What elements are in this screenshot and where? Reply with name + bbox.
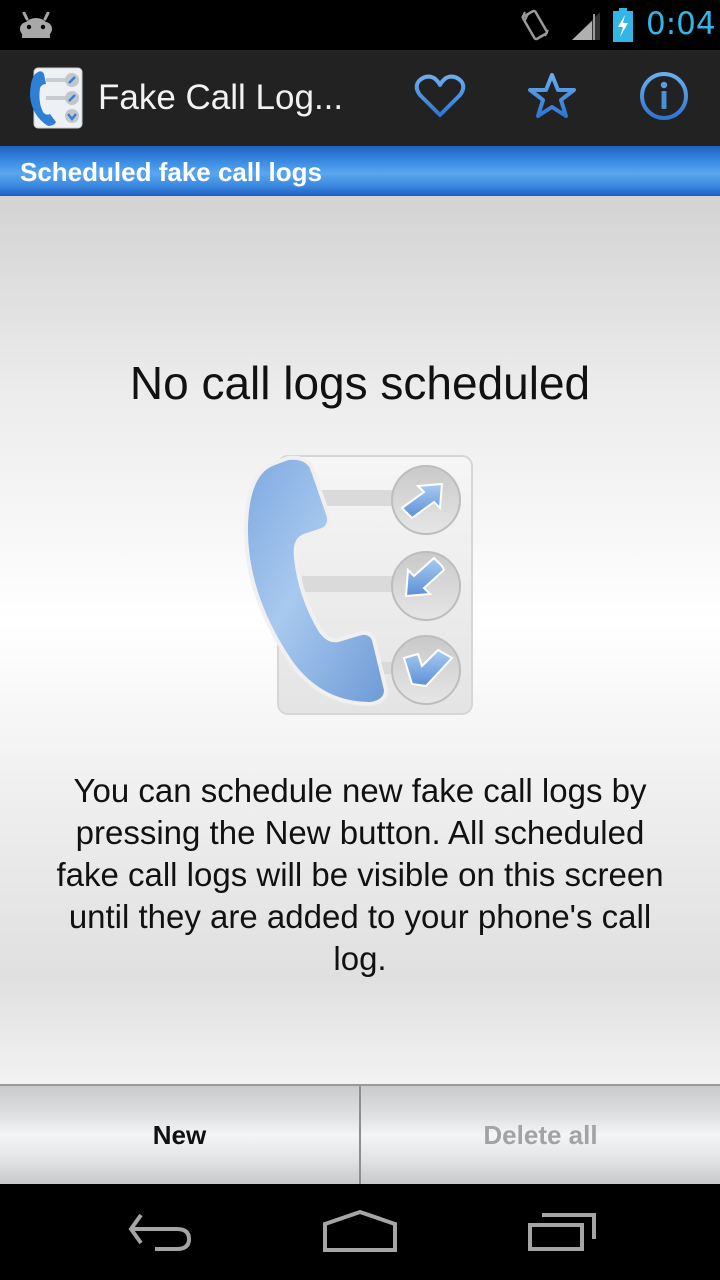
rate-button[interactable] (522, 70, 582, 126)
empty-state-title: No call logs scheduled (129, 357, 591, 409)
about-button[interactable] (634, 70, 694, 126)
new-button[interactable]: New (0, 1086, 361, 1184)
home-button[interactable] (310, 1208, 410, 1258)
empty-state-description: You can schedule new fake call logs by p… (56, 772, 664, 977)
home-icon (322, 1209, 398, 1257)
app-title: Fake Call Log... (98, 78, 344, 117)
back-button[interactable] (110, 1208, 210, 1258)
navigation-bar (0, 1184, 720, 1280)
status-bar: 0:04 (0, 0, 720, 50)
battery-charging-icon (612, 8, 634, 47)
delete-all-button[interactable]: Delete all (361, 1086, 720, 1184)
button-bar: New Delete all (0, 1084, 720, 1184)
favorite-button[interactable] (410, 70, 470, 126)
vibrate-icon (518, 8, 552, 47)
info-icon (638, 70, 690, 127)
empty-state: No call logs scheduled You can schedule … (0, 196, 720, 1084)
back-icon (125, 1211, 195, 1256)
star-icon (527, 72, 577, 125)
clock: 0:04 (646, 6, 716, 42)
section-header-label: Scheduled fake call logs (20, 157, 322, 187)
app-icon[interactable] (28, 66, 84, 130)
heart-icon (414, 73, 466, 124)
action-bar: Fake Call Log... (0, 50, 720, 146)
signal-icon (572, 10, 602, 45)
android-robot-icon (18, 11, 54, 43)
recents-icon (526, 1211, 598, 1256)
recents-button[interactable] (512, 1208, 612, 1258)
section-header: Scheduled fake call logs (0, 146, 720, 196)
call-log-illustration (242, 454, 476, 718)
